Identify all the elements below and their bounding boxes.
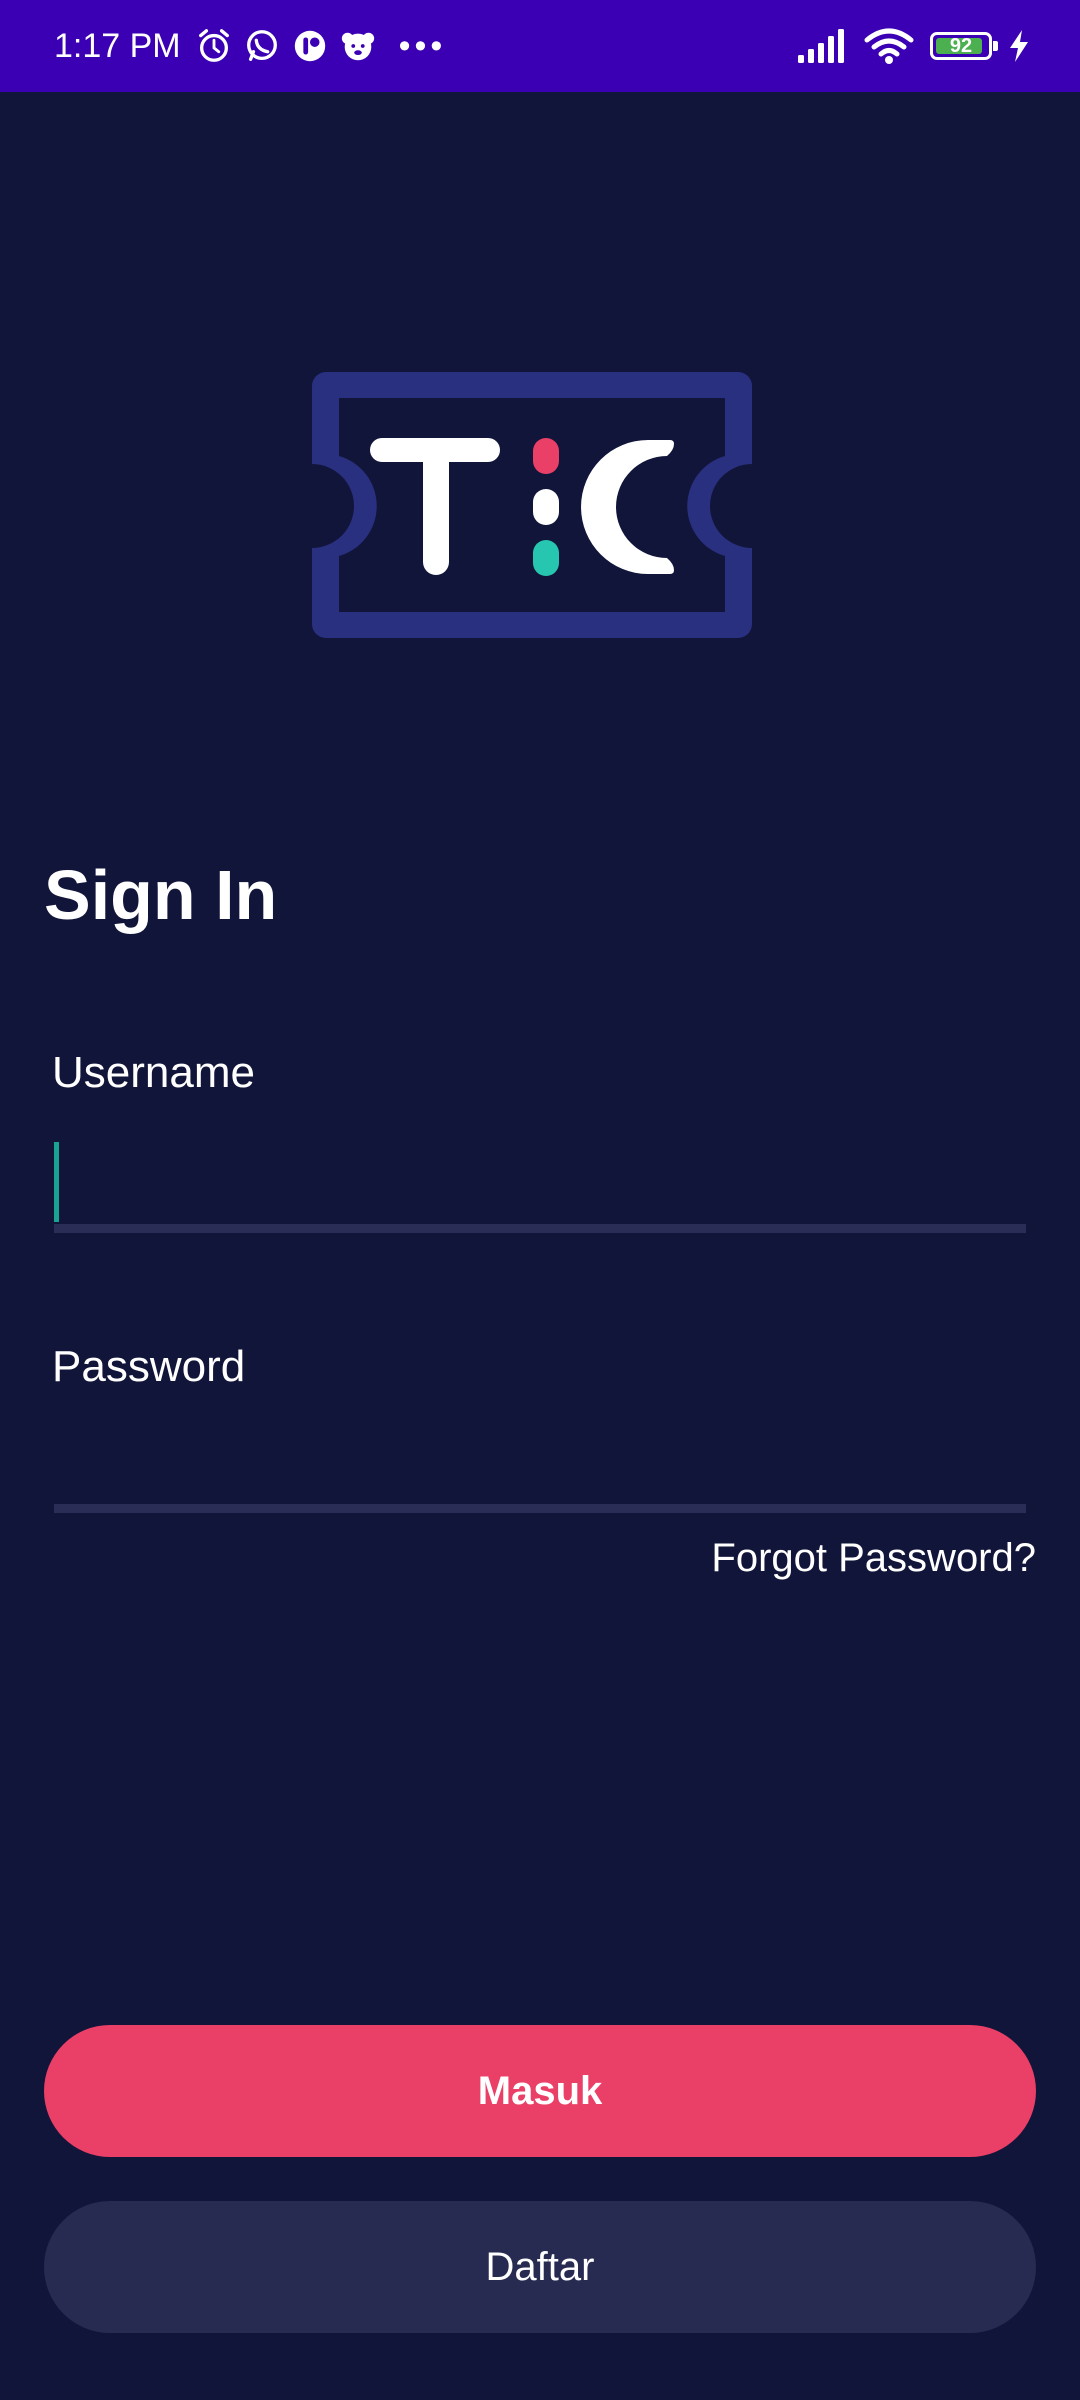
- charging-icon: [1010, 30, 1028, 62]
- app-icon: [294, 30, 325, 62]
- more-dots-icon: •••: [398, 27, 447, 65]
- password-input[interactable]: [54, 1432, 1026, 1502]
- login-button[interactable]: Masuk: [44, 2025, 1036, 2157]
- tic-logo: [312, 372, 752, 638]
- status-right: 92: [798, 0, 1030, 92]
- whatsapp-icon: [246, 30, 277, 61]
- forgot-password-link[interactable]: Forgot Password?: [711, 1536, 1036, 1581]
- password-label: Password: [52, 1342, 246, 1391]
- register-button[interactable]: Daftar: [44, 2201, 1036, 2333]
- page-title: Sign In: [44, 856, 278, 934]
- password-underline: [54, 1504, 1026, 1513]
- wifi-icon: [864, 28, 914, 64]
- username-label: Username: [52, 1048, 255, 1097]
- status-time: 1:17 PM: [54, 26, 181, 65]
- signal-icon: [798, 29, 844, 63]
- logo-dot-red: [533, 438, 559, 474]
- logo-letter-t-stem: [423, 438, 449, 575]
- pet-app-icon: [341, 32, 374, 61]
- battery-level: 92: [949, 34, 973, 57]
- username-underline: [54, 1224, 1026, 1233]
- battery-icon: 92: [930, 32, 998, 60]
- logo-dot-teal: [533, 540, 559, 576]
- text-cursor: [54, 1142, 59, 1222]
- status-bar: 1:17 PM ••• 92: [0, 0, 1080, 92]
- username-input[interactable]: [54, 1148, 1026, 1218]
- status-left: 1:17 PM •••: [54, 0, 446, 92]
- alarm-icon: [198, 29, 229, 62]
- logo-dot-white: [533, 489, 559, 525]
